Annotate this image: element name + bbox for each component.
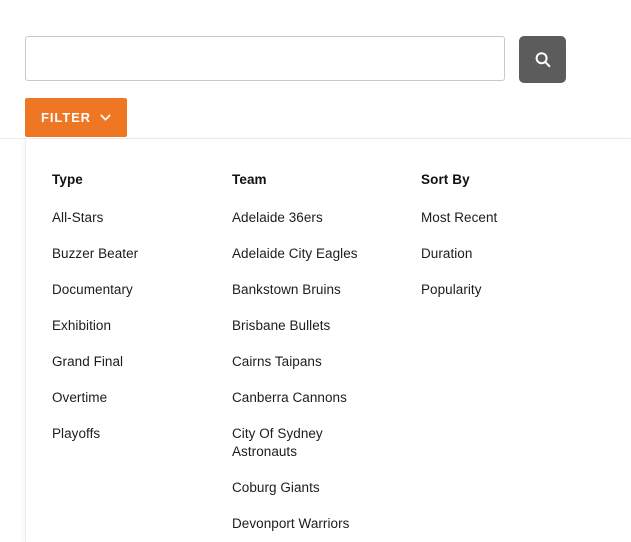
- option-item[interactable]: Exhibition: [52, 317, 202, 335]
- option-item[interactable]: All-Stars: [52, 209, 202, 227]
- option-item[interactable]: Coburg Giants: [232, 479, 382, 497]
- column-header-sort-by: Sort By: [421, 172, 470, 187]
- option-item[interactable]: Brisbane Bullets: [232, 317, 382, 335]
- filter-column-sort-by: Sort By Most Recent Duration Popularity: [406, 139, 606, 542]
- filter-page: FILTER Type All-Stars Buzzer Beater Docu…: [0, 0, 631, 542]
- column-header-type: Type: [52, 172, 83, 187]
- option-list-sort-by: Most Recent Duration Popularity: [421, 209, 606, 299]
- option-item[interactable]: City Of Sydney Astronauts: [232, 425, 382, 461]
- option-item[interactable]: Devonport Warriors: [232, 515, 382, 533]
- option-item[interactable]: Most Recent: [421, 209, 571, 227]
- option-item[interactable]: Grand Final: [52, 353, 202, 371]
- option-list-type: All-Stars Buzzer Beater Documentary Exhi…: [52, 209, 216, 443]
- option-item[interactable]: Bankstown Bruins: [232, 281, 382, 299]
- option-item[interactable]: Duration: [421, 245, 571, 263]
- filter-column-team: Team Adelaide 36ers Adelaide City Eagles…: [216, 139, 406, 542]
- search-button[interactable]: [519, 36, 566, 83]
- option-item[interactable]: Adelaide 36ers: [232, 209, 382, 227]
- filter-button[interactable]: FILTER: [25, 98, 127, 137]
- filter-columns: Type All-Stars Buzzer Beater Documentary…: [26, 139, 631, 542]
- option-item[interactable]: Popularity: [421, 281, 571, 299]
- option-item[interactable]: Cairns Taipans: [232, 353, 382, 371]
- chevron-down-icon: [100, 112, 111, 123]
- filter-column-type: Type All-Stars Buzzer Beater Documentary…: [26, 139, 216, 542]
- option-item[interactable]: Playoffs: [52, 425, 202, 443]
- option-item[interactable]: Overtime: [52, 389, 202, 407]
- option-item[interactable]: Canberra Cannons: [232, 389, 382, 407]
- column-header-team: Team: [232, 172, 267, 187]
- option-item[interactable]: Adelaide City Eagles: [232, 245, 382, 263]
- filter-dropdown-panel: Type All-Stars Buzzer Beater Documentary…: [25, 139, 631, 542]
- search-icon: [533, 50, 553, 70]
- option-item[interactable]: Buzzer Beater: [52, 245, 202, 263]
- search-input[interactable]: [25, 36, 505, 81]
- option-item[interactable]: Documentary: [52, 281, 202, 299]
- filter-button-label: FILTER: [41, 110, 91, 125]
- search-bar: [25, 36, 588, 83]
- option-list-team: Adelaide 36ers Adelaide City Eagles Bank…: [232, 209, 406, 542]
